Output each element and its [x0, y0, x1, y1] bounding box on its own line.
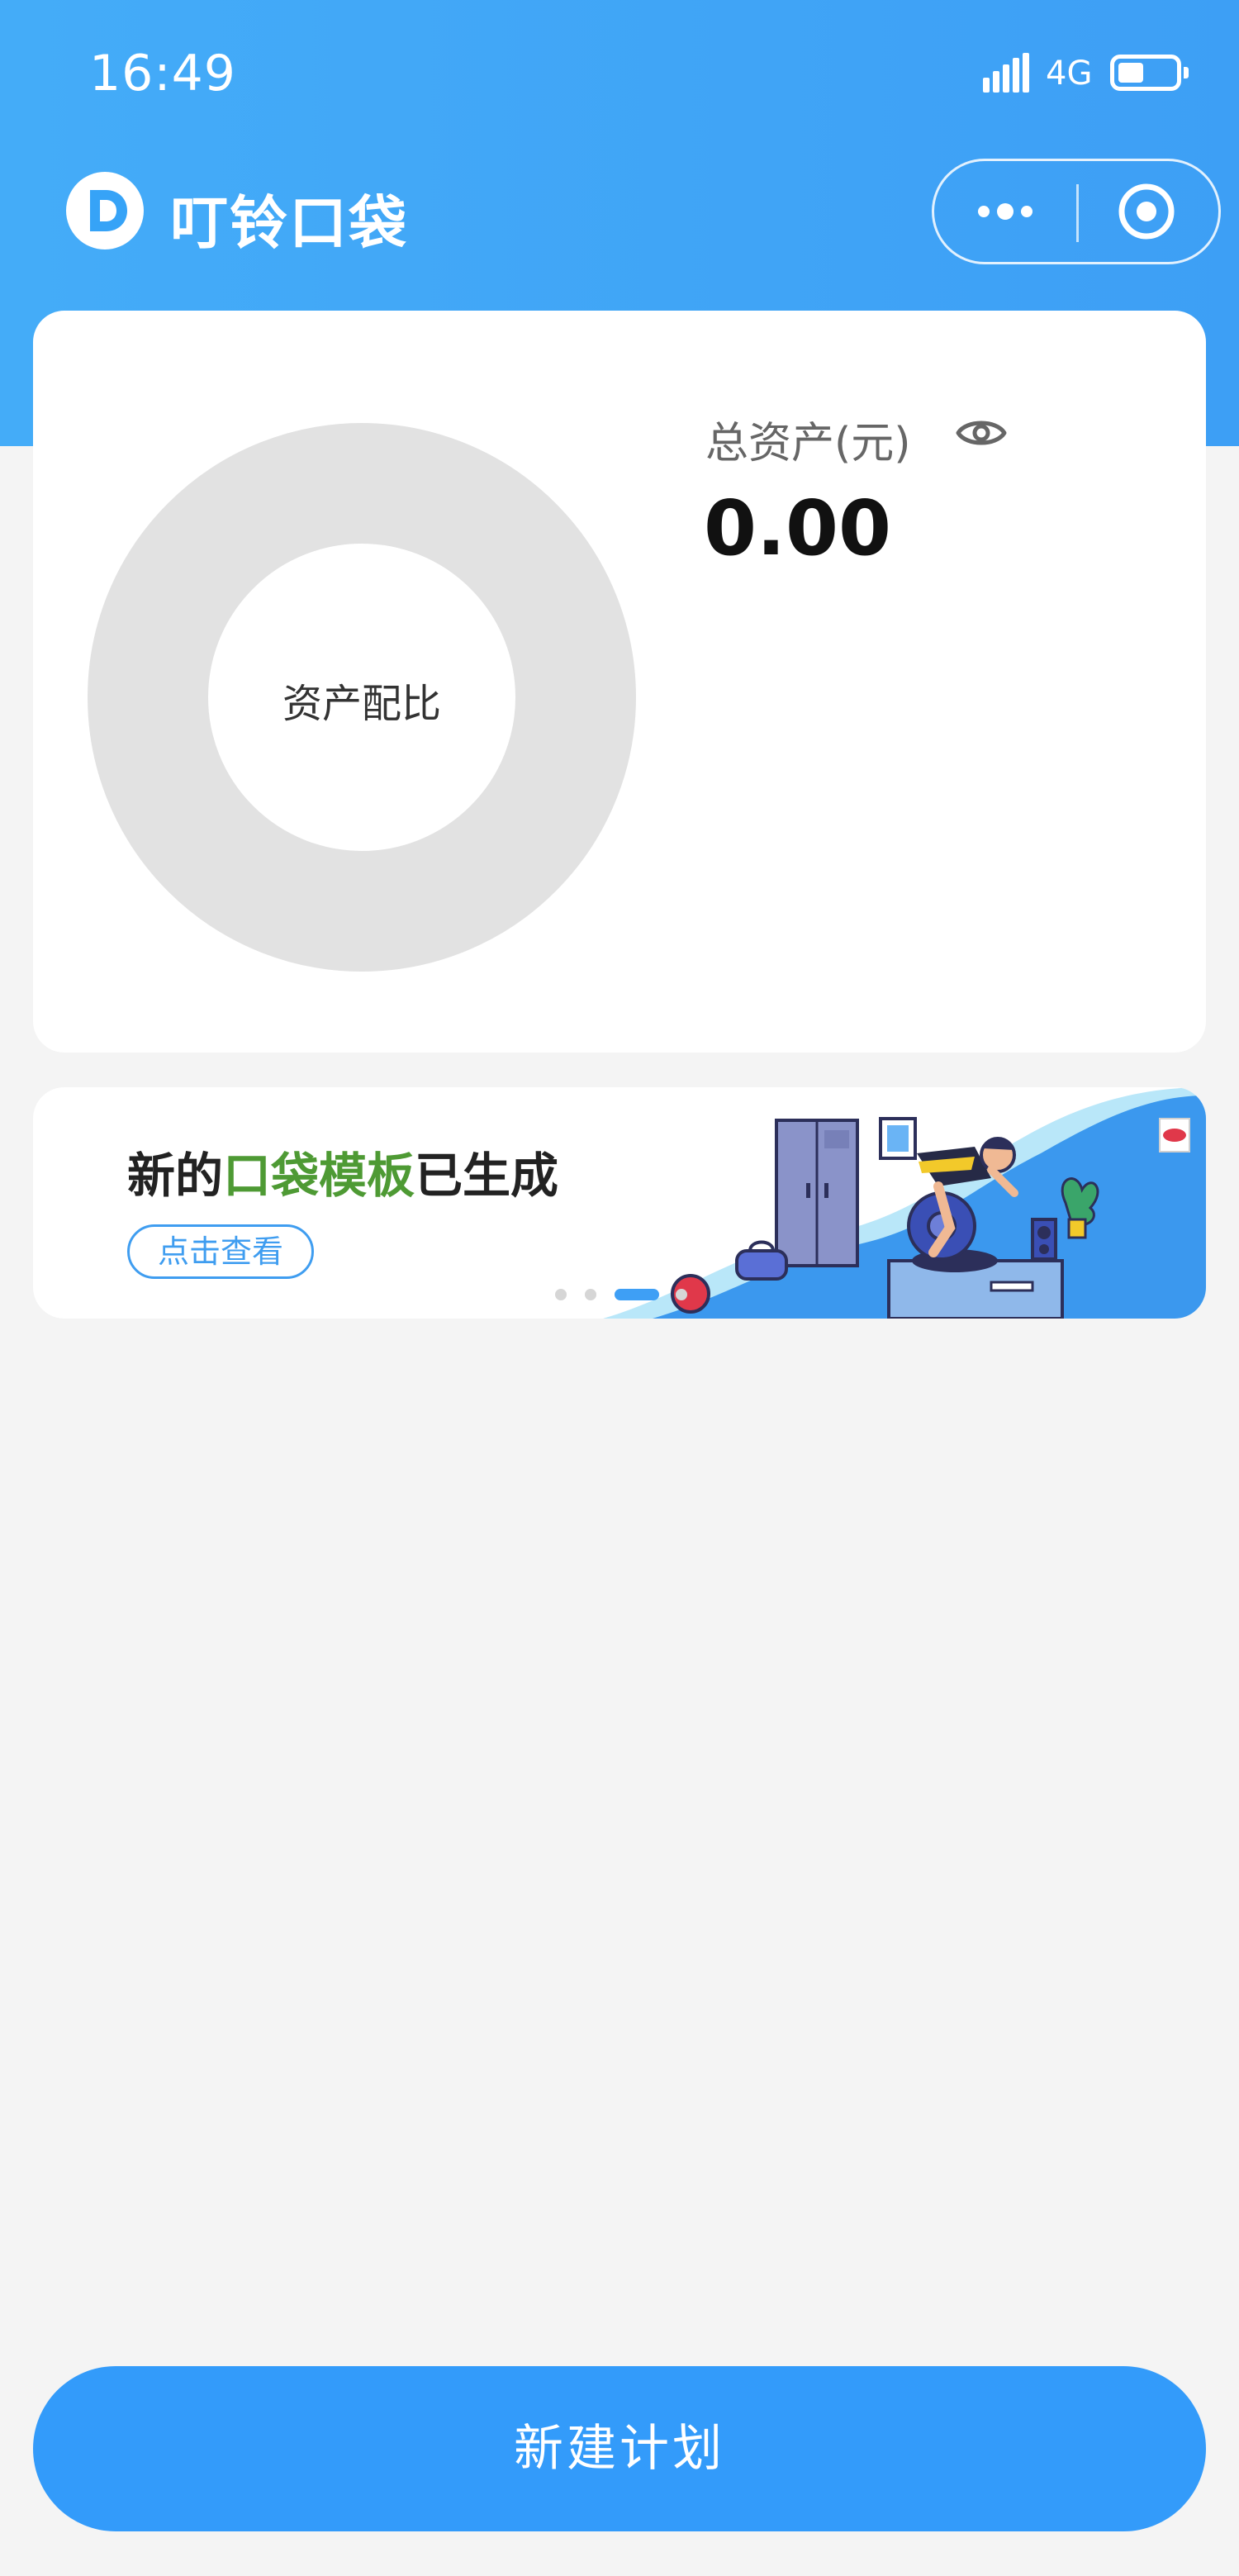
banner-headline: 新的口袋模板已生成: [127, 1137, 558, 1206]
more-dots-icon[interactable]: [934, 161, 1076, 262]
template-banner[interactable]: 新的口袋模板已生成 点击查看: [33, 1087, 1206, 1319]
carousel-dot[interactable]: [676, 1289, 687, 1300]
gym-illustration: [603, 1087, 1206, 1319]
signal-icon: [983, 53, 1029, 93]
carousel-dot-active[interactable]: [615, 1289, 659, 1300]
target-circle-icon[interactable]: [1079, 161, 1221, 262]
view-template-button[interactable]: 点击查看: [127, 1224, 314, 1279]
banner-headline-suffix: 已生成: [415, 1148, 559, 1204]
page: 16:49 4G 叮铃口袋 资产配比 总资产(元) 0.00 新的口袋模板已生成…: [0, 0, 1239, 2576]
app-logo-d-icon: [66, 172, 144, 250]
create-plan-button[interactable]: 新建计划: [33, 2366, 1206, 2531]
app-title: 叮铃口袋: [170, 189, 408, 257]
carousel-dot[interactable]: [555, 1289, 567, 1300]
carousel-dot[interactable]: [585, 1289, 596, 1300]
banner-headline-prefix: 新的: [127, 1148, 224, 1204]
banner-headline-highlight: 口袋模板: [223, 1148, 415, 1204]
total-assets-label: 总资产(元): [705, 419, 911, 468]
battery-level: [1118, 63, 1143, 83]
battery-icon: [1110, 55, 1189, 91]
total-assets-value: 0.00: [704, 484, 891, 573]
status-bar: 16:49 4G: [0, 0, 1239, 149]
network-type: 4G: [1046, 55, 1093, 93]
eye-icon[interactable]: [953, 408, 1009, 458]
mini-program-capsule: [932, 159, 1221, 264]
asset-card: 资产配比 总资产(元) 0.00: [33, 311, 1206, 1053]
status-time: 16:49: [89, 45, 236, 102]
donut-label: 资产配比: [282, 681, 441, 727]
